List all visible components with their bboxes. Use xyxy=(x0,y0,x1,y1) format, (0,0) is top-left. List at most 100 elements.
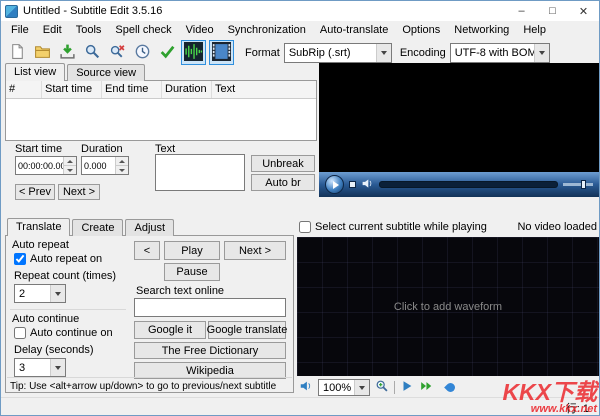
replace-button[interactable] xyxy=(106,41,129,64)
play-icon xyxy=(332,180,339,189)
auto-br-button[interactable]: Auto br xyxy=(251,174,315,191)
duration-spinner[interactable]: 0.000 xyxy=(81,156,129,175)
new-file-button[interactable] xyxy=(6,41,29,64)
toggle-waveform-button[interactable] xyxy=(181,40,206,65)
format-select[interactable]: SubRip (.srt) xyxy=(283,42,392,63)
spin-down-icon[interactable] xyxy=(116,165,128,174)
menu-help[interactable]: Help xyxy=(516,22,553,38)
duration-label: Duration xyxy=(81,143,123,155)
column-number[interactable]: # xyxy=(6,81,42,98)
app-window: Untitled - Subtitle Edit 3.5.16 – □ ✕ Fi… xyxy=(0,0,600,416)
menu-video[interactable]: Video xyxy=(179,22,221,38)
subtitle-text-area[interactable] xyxy=(155,154,245,191)
auto-repeat-checkbox[interactable] xyxy=(14,253,26,265)
menubar: File Edit Tools Spell check Video Synchr… xyxy=(1,21,599,39)
minimize-button[interactable]: – xyxy=(506,1,537,21)
menu-options[interactable]: Options xyxy=(395,22,447,38)
delay-value: 3 xyxy=(19,361,26,374)
spin-up-icon[interactable] xyxy=(64,157,76,165)
fast-forward-icon[interactable] xyxy=(419,379,433,396)
search-online-input[interactable] xyxy=(134,298,286,317)
subtitle-edit-panel: Start time Duration Text 00:00:00.000 0.… xyxy=(5,141,317,219)
tab-translate[interactable]: Translate xyxy=(7,218,71,236)
spell-check-button[interactable] xyxy=(156,41,179,64)
window-title: Untitled - Subtitle Edit 3.5.16 xyxy=(23,5,163,17)
subtitle-list[interactable]: # Start time End time Duration Text xyxy=(5,80,317,141)
close-button[interactable]: ✕ xyxy=(568,1,599,21)
encoding-select[interactable]: UTF-8 with BOM xyxy=(449,42,550,63)
auto-repeat-checkbox-label: Auto repeat on xyxy=(30,253,103,265)
start-time-spin-buttons[interactable] xyxy=(63,157,76,174)
play-button[interactable]: Play xyxy=(164,241,220,260)
check-icon xyxy=(159,43,176,63)
repeat-count-dropdown-button[interactable] xyxy=(50,285,65,302)
format-dropdown-button[interactable] xyxy=(375,43,391,62)
menu-spell-check[interactable]: Spell check xyxy=(108,22,178,38)
unbreak-button[interactable]: Unbreak xyxy=(251,155,315,172)
maximize-button[interactable]: □ xyxy=(537,1,568,21)
app-icon xyxy=(5,4,18,18)
select-subtitle-checkbox[interactable] xyxy=(299,221,311,233)
tab-source-view[interactable]: Source view xyxy=(67,64,146,81)
video-player[interactable] xyxy=(319,63,599,197)
delay-dropdown-button[interactable] xyxy=(50,359,65,376)
format-value: SubRip (.srt) xyxy=(288,46,351,59)
column-duration[interactable]: Duration xyxy=(162,81,212,98)
play-icon[interactable] xyxy=(400,379,414,396)
menu-file[interactable]: File xyxy=(4,22,36,38)
speaker-icon[interactable] xyxy=(299,379,313,396)
speaker-icon[interactable] xyxy=(361,177,374,193)
spin-down-icon[interactable] xyxy=(64,165,76,174)
search-online-label: Search text online xyxy=(136,285,225,297)
column-text[interactable]: Text xyxy=(212,81,316,98)
repeat-count-value: 2 xyxy=(19,287,26,300)
encoding-dropdown-button[interactable] xyxy=(533,43,549,62)
duration-value: 0.000 xyxy=(84,160,107,171)
tab-adjust[interactable]: Adjust xyxy=(125,219,175,236)
pause-button[interactable]: Pause xyxy=(164,263,220,281)
zoom-dropdown-button[interactable] xyxy=(354,380,369,395)
repeat-count-select[interactable]: 2 xyxy=(14,284,66,303)
auto-continue-checkbox[interactable] xyxy=(14,327,26,339)
next-subtitle-button[interactable]: Next > xyxy=(58,184,100,200)
waveform-zoom-select[interactable]: 100% xyxy=(318,379,370,396)
menu-edit[interactable]: Edit xyxy=(36,22,69,38)
free-dictionary-button[interactable]: The Free Dictionary xyxy=(134,342,286,359)
player-play-button[interactable] xyxy=(325,175,344,194)
player-progress-bar[interactable] xyxy=(379,181,558,188)
zoom-in-icon[interactable] xyxy=(375,379,389,396)
next-button[interactable]: Next > xyxy=(224,241,286,260)
delay-select[interactable]: 3 xyxy=(14,358,66,377)
menu-synchronization[interactable]: Synchronization xyxy=(221,22,313,38)
google-it-button[interactable]: Google it xyxy=(134,321,206,339)
save-button[interactable] xyxy=(56,41,79,64)
menu-networking[interactable]: Networking xyxy=(447,22,516,38)
waveform-zoom-value: 100% xyxy=(323,381,352,394)
open-folder-icon xyxy=(34,43,51,63)
visual-sync-button[interactable] xyxy=(131,41,154,64)
tab-create[interactable]: Create xyxy=(72,219,124,236)
waveform-area[interactable]: Click to add waveform xyxy=(297,237,599,376)
position-marker-icon[interactable] xyxy=(444,381,457,394)
google-translate-button[interactable]: Google translate xyxy=(207,321,287,339)
seek-back-button[interactable]: < xyxy=(134,241,160,260)
toggle-video-button[interactable] xyxy=(209,40,234,65)
volume-slider-thumb[interactable] xyxy=(581,180,586,189)
column-start-time[interactable]: Start time xyxy=(42,81,102,98)
menu-tools[interactable]: Tools xyxy=(69,22,109,38)
tab-list-view[interactable]: List view xyxy=(5,63,66,81)
auto-continue-checkbox-row: Auto continue on xyxy=(14,327,113,339)
duration-spin-buttons[interactable] xyxy=(115,157,128,174)
menu-auto-translate[interactable]: Auto-translate xyxy=(313,22,395,38)
waveform-controls: 100% xyxy=(299,379,457,396)
column-end-time[interactable]: End time xyxy=(102,81,162,98)
player-stop-button[interactable] xyxy=(349,181,356,188)
start-time-spinner[interactable]: 00:00:00.000 xyxy=(15,156,77,175)
player-volume-slider[interactable] xyxy=(563,180,593,189)
find-button[interactable] xyxy=(81,41,104,64)
prev-subtitle-button[interactable]: < Prev xyxy=(15,184,55,200)
spin-up-icon[interactable] xyxy=(116,157,128,165)
open-file-button[interactable] xyxy=(31,41,54,64)
titlebar: Untitled - Subtitle Edit 3.5.16 – □ ✕ xyxy=(1,1,599,21)
chevron-down-icon xyxy=(538,50,545,55)
